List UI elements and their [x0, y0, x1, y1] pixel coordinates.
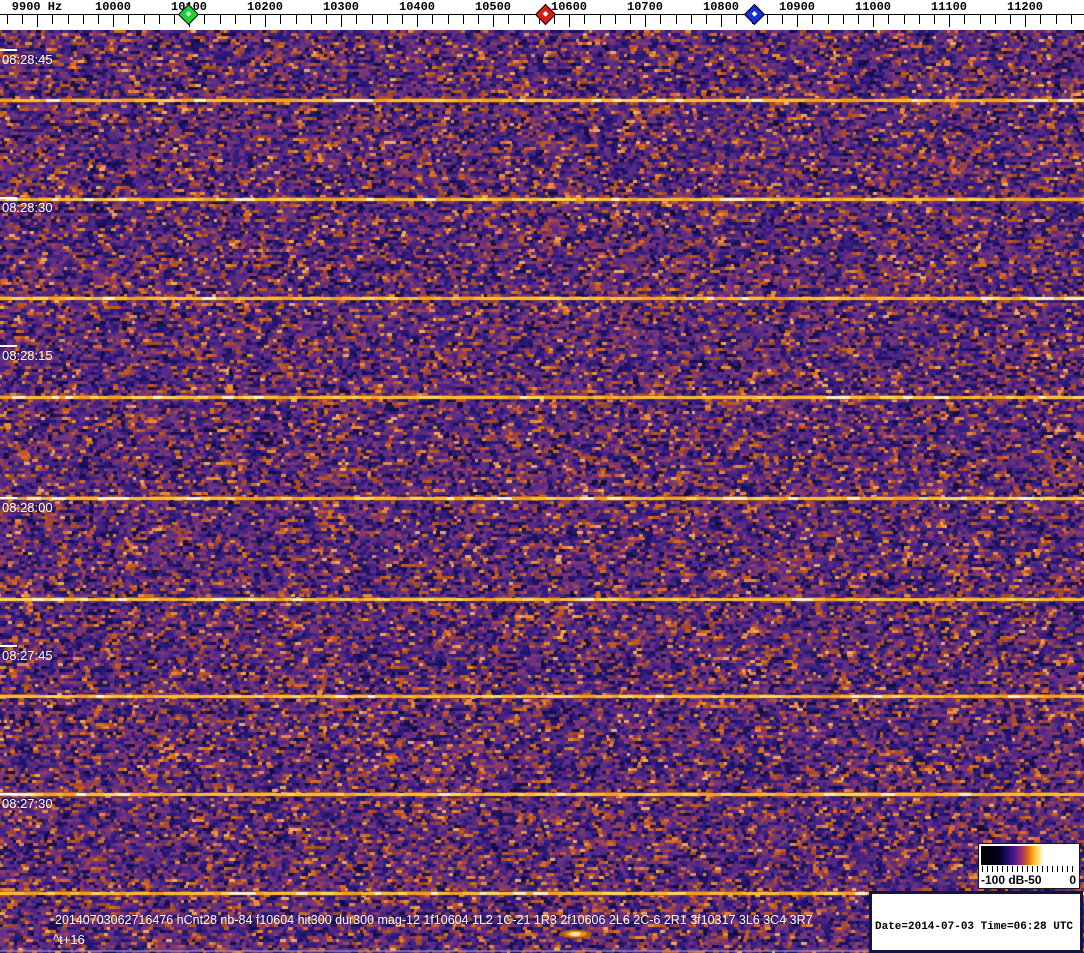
- colorbar-label-mid: -50: [1024, 873, 1042, 887]
- marker-blue-dot: [751, 10, 758, 17]
- ruler-major-tick: [341, 15, 342, 27]
- marker-red-dot: [542, 10, 549, 17]
- ruler-minor-tick: [250, 15, 251, 24]
- ruler-major-tick: [113, 15, 114, 27]
- colorbar-labels: -100 dB -50 0: [981, 873, 1077, 888]
- ruler-minor-tick: [691, 15, 692, 24]
- colorbar-ticks: [982, 866, 1077, 872]
- marker-green-dot: [185, 10, 192, 17]
- ruler-minor-tick: [736, 15, 737, 24]
- ruler-minor-tick: [934, 15, 935, 24]
- frequency-ruler: 9900 Hz100001010010200103001040010500106…: [0, 0, 1084, 30]
- ruler-major-tick: [417, 15, 418, 27]
- ruler-major-tick: [37, 15, 38, 27]
- ruler-minor-tick: [432, 15, 433, 24]
- ruler-minor-tick: [326, 15, 327, 24]
- ruler-minor-tick: [311, 15, 312, 24]
- ruler-minor-tick: [68, 15, 69, 24]
- ruler-minor-tick: [660, 15, 661, 24]
- ruler-major-tick: [645, 15, 646, 27]
- ruler-label: 10200: [246, 0, 284, 14]
- ruler-minor-tick: [782, 15, 783, 24]
- ruler-major-tick: [569, 15, 570, 27]
- ruler-minor-tick: [676, 15, 677, 24]
- ruler-minor-tick: [159, 15, 160, 24]
- ruler-minor-tick: [478, 15, 479, 24]
- ruler-minor-tick: [1056, 15, 1057, 24]
- ruler-minor-tick: [22, 15, 23, 24]
- ruler-minor-tick: [615, 15, 616, 24]
- ruler-minor-tick: [220, 15, 221, 24]
- intensity-colorbar: -100 dB -50 0: [978, 843, 1080, 889]
- ruler-minor-tick: [448, 15, 449, 24]
- ruler-label: 9900 Hz: [11, 0, 63, 14]
- colorbar-gradient: [981, 846, 1077, 865]
- ruler-major-tick: [949, 15, 950, 27]
- ruler-minor-tick: [128, 15, 129, 24]
- ruler-minor-tick: [1071, 15, 1072, 24]
- ruler-minor-tick: [144, 15, 145, 24]
- ruler-minor-tick: [372, 15, 373, 24]
- observation-info-box: Date=2014-07-03 Time=06:28 UTC Freq=143 …: [869, 891, 1083, 953]
- ruler-label: 10000: [94, 0, 132, 14]
- ruler-minor-tick: [858, 15, 859, 24]
- ruler-minor-tick: [919, 15, 920, 24]
- ruler-label: 10300: [322, 0, 360, 14]
- ruler-minor-tick: [356, 15, 357, 24]
- ruler-minor-tick: [174, 15, 175, 24]
- ruler-minor-tick: [812, 15, 813, 24]
- ruler-minor-tick: [600, 15, 601, 24]
- ruler-minor-tick: [83, 15, 84, 24]
- ruler-major-tick: [721, 15, 722, 27]
- marker-blue-diamond[interactable]: [743, 3, 766, 26]
- ruler-label: 10400: [398, 0, 436, 14]
- ruler-minor-tick: [98, 15, 99, 24]
- ruler-label: 10500: [474, 0, 512, 14]
- ruler-minor-tick: [463, 15, 464, 24]
- meteor-spectrogram-app: 9900 Hz100001010010200103001040010500106…: [0, 0, 1084, 953]
- colorbar-label-max: 0: [1069, 873, 1076, 887]
- ruler-label: 11000: [854, 0, 892, 14]
- ruler-minor-tick: [235, 15, 236, 24]
- ruler-minor-tick: [964, 15, 965, 24]
- ruler-minor-tick: [706, 15, 707, 24]
- ruler-label: 11100: [930, 0, 968, 14]
- ruler-major-tick: [265, 15, 266, 27]
- ruler-minor-tick: [524, 15, 525, 24]
- ruler-major-tick: [493, 15, 494, 27]
- ruler-minor-tick: [828, 15, 829, 24]
- ruler-label: 10900: [778, 0, 816, 14]
- ruler-minor-tick: [508, 15, 509, 24]
- spectrogram-canvas: [0, 30, 1084, 953]
- ruler-label: 10600: [550, 0, 588, 14]
- ruler-label: 10700: [626, 0, 664, 14]
- ruler-minor-tick: [843, 15, 844, 24]
- ruler-minor-tick: [387, 15, 388, 24]
- ruler-label: 10800: [702, 0, 740, 14]
- ruler-minor-tick: [630, 15, 631, 24]
- ruler-major-tick: [873, 15, 874, 27]
- ruler-label: 11200: [1006, 0, 1044, 14]
- ruler-minor-tick: [204, 15, 205, 24]
- ruler-minor-tick: [1040, 15, 1041, 24]
- ruler-major-tick: [797, 15, 798, 27]
- ruler-minor-tick: [280, 15, 281, 24]
- ruler-major-tick: [1025, 15, 1026, 27]
- ruler-minor-tick: [7, 15, 8, 24]
- ruler-minor-tick: [1010, 15, 1011, 24]
- ruler-minor-tick: [52, 15, 53, 24]
- ruler-minor-tick: [888, 15, 889, 24]
- ruler-minor-tick: [402, 15, 403, 24]
- ruler-minor-tick: [767, 15, 768, 24]
- ruler-minor-tick: [904, 15, 905, 24]
- ruler-minor-tick: [296, 15, 297, 24]
- colorbar-label-min: -100 dB: [981, 873, 1025, 887]
- ruler-minor-tick: [584, 15, 585, 24]
- ruler-minor-tick: [980, 15, 981, 24]
- info-date-time: Date=2014-07-03 Time=06:28 UTC: [875, 921, 1074, 933]
- ruler-minor-tick: [995, 15, 996, 24]
